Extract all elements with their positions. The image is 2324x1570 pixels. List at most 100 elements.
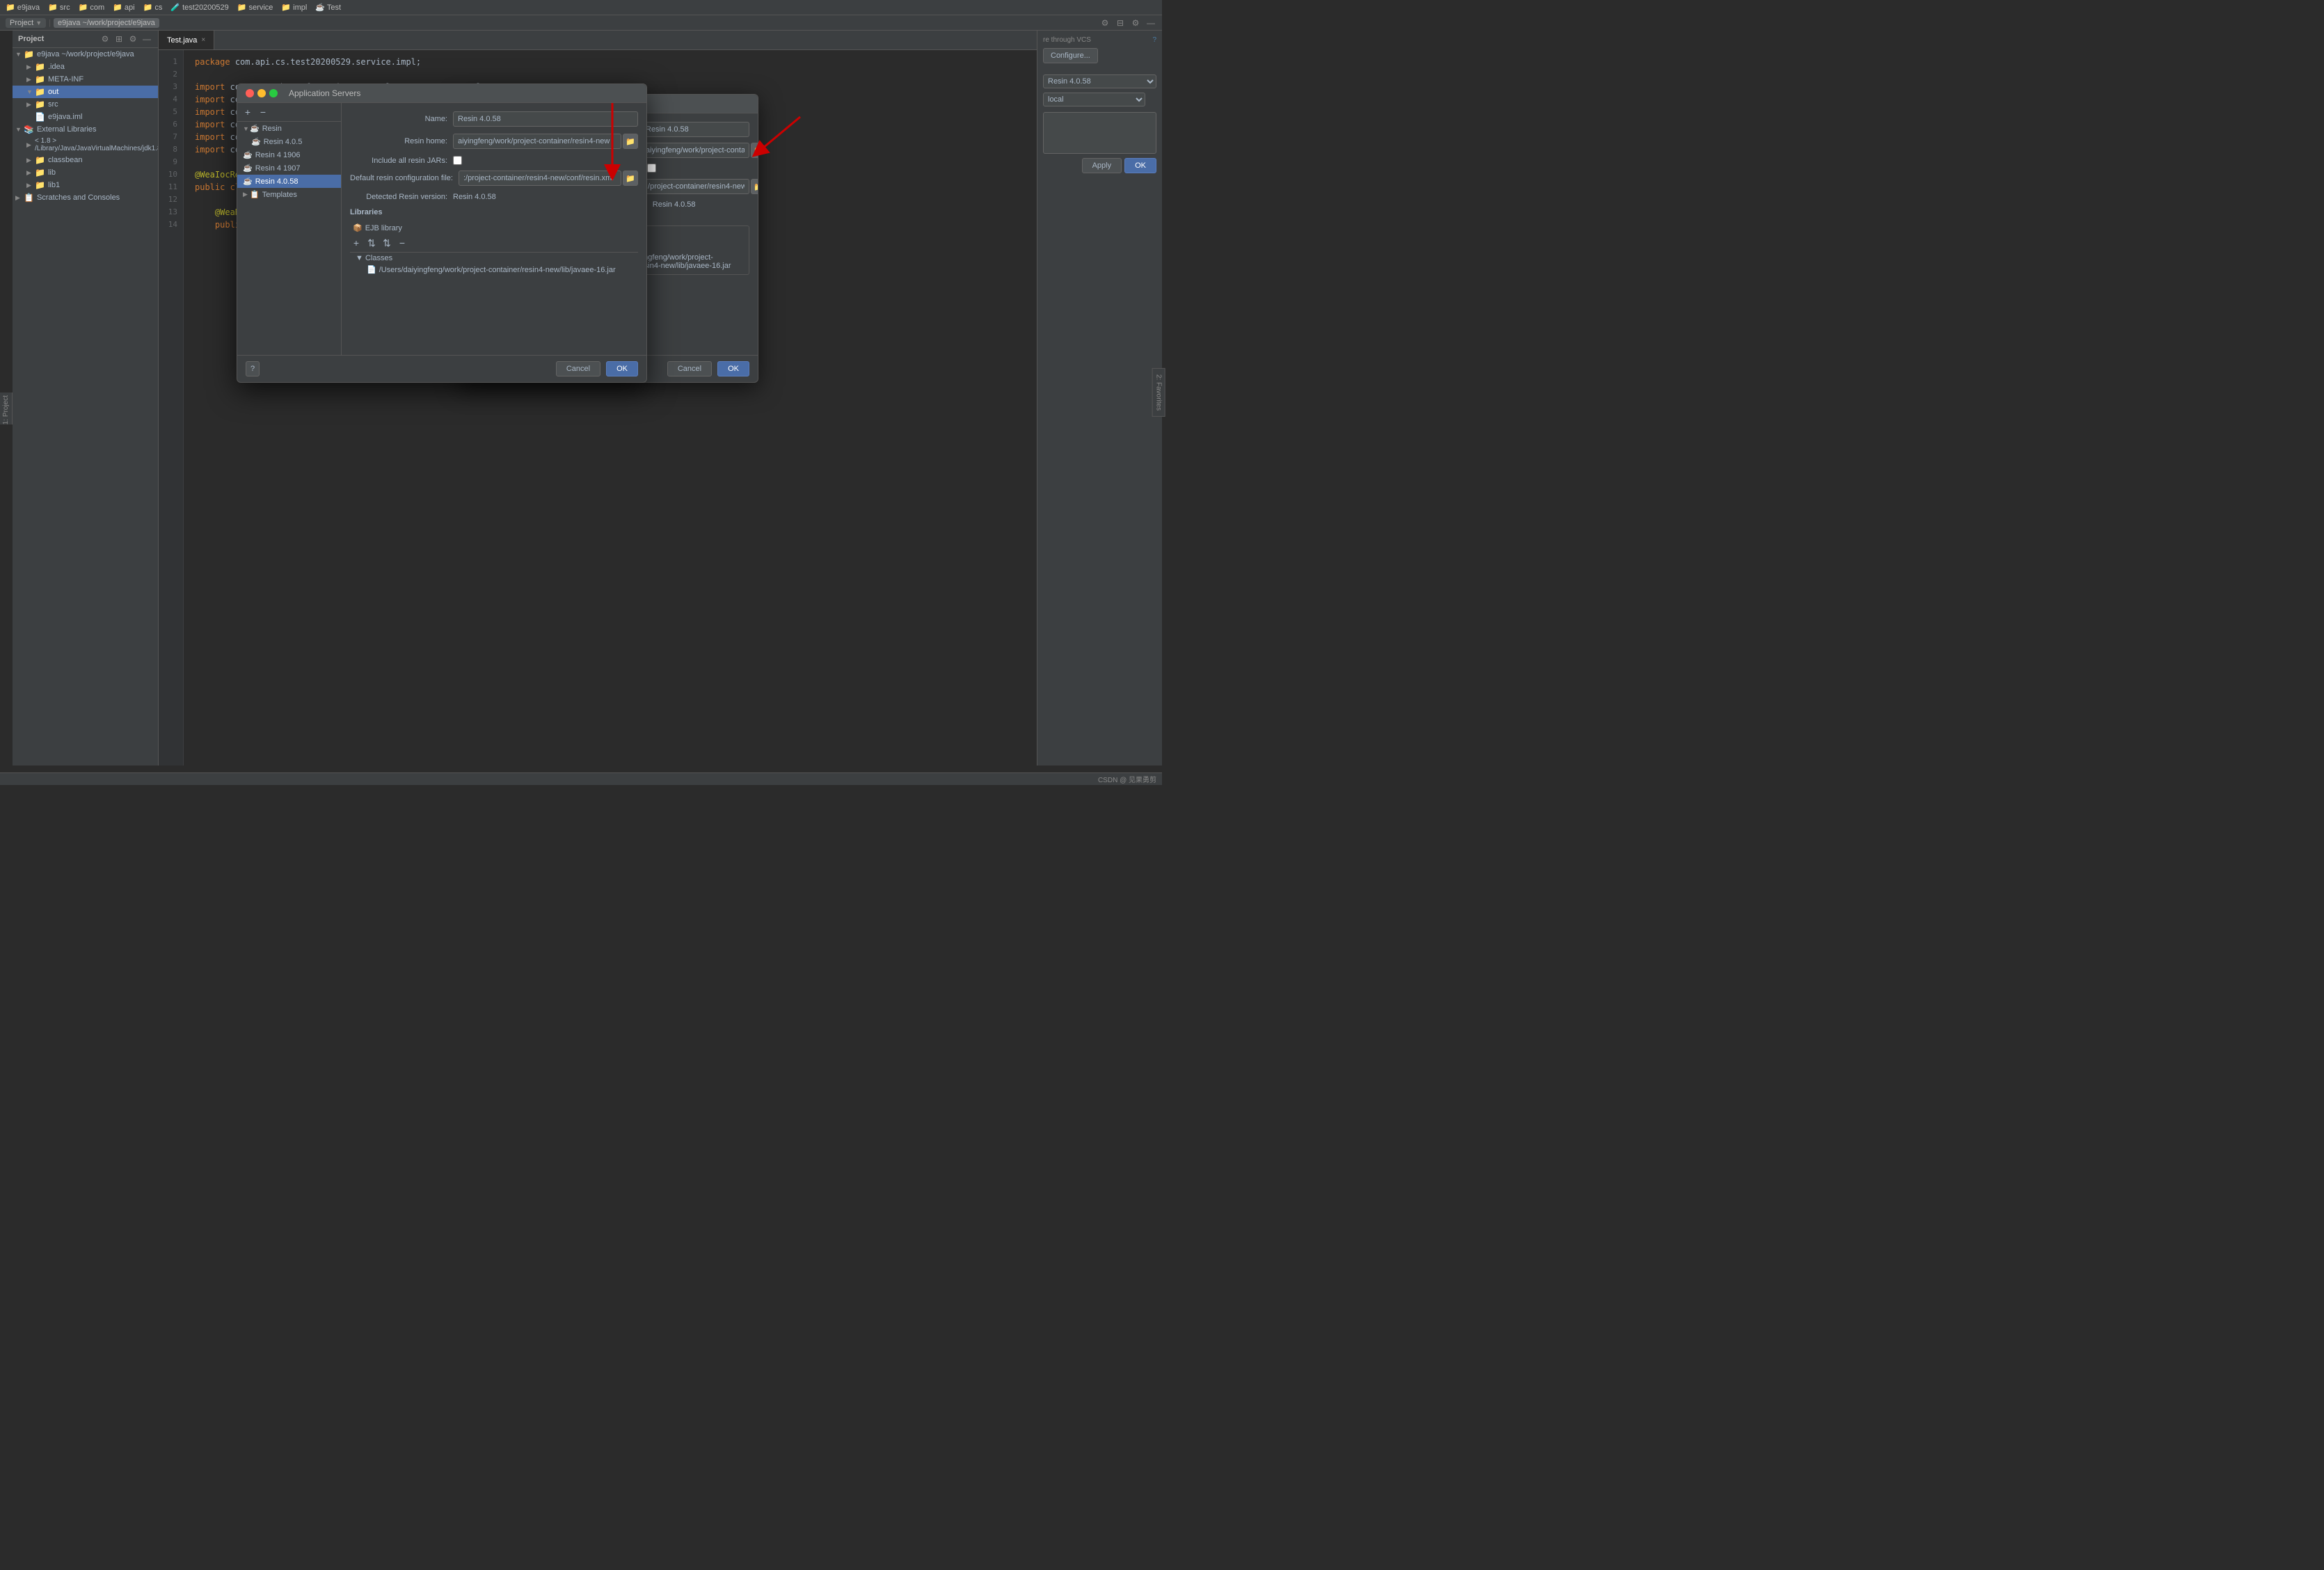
resin-ok-btn[interactable]: OK bbox=[606, 361, 638, 376]
tree-arrow-jdk: ▶ bbox=[26, 141, 35, 149]
resin-add-btn[interactable]: + bbox=[241, 106, 254, 118]
code-line-2 bbox=[195, 68, 1026, 81]
ejb-sort-btn[interactable]: ⇅ bbox=[381, 237, 393, 249]
tree-item-iml[interactable]: 📄 e9java.iml bbox=[13, 111, 158, 123]
tree-item-ext-libs[interactable]: ▼ 📚 External Libraries bbox=[13, 123, 158, 136]
tree-label-lib: lib bbox=[48, 168, 56, 177]
templates-icon: 📋 bbox=[250, 190, 260, 199]
menu-src[interactable]: 📁 src bbox=[48, 3, 70, 12]
resin-tree-1907[interactable]: ☕ Resin 4 1907 bbox=[237, 161, 341, 175]
tree-item-scratches[interactable]: ▶ 📋 Scratches and Consoles bbox=[13, 191, 158, 204]
resin-home-input2[interactable] bbox=[453, 134, 621, 149]
ejb-add-btn[interactable]: + bbox=[350, 237, 363, 249]
config-file-input-group: 📁 bbox=[641, 179, 758, 194]
tree-item-jdk[interactable]: ▶ < 1.8 > /Library/Java/JavaVirtualMachi… bbox=[13, 136, 158, 154]
resin-help-btn[interactable]: ? bbox=[246, 361, 260, 376]
resin-tree-root[interactable]: ▼ ☕ Resin bbox=[237, 122, 341, 135]
resin-name-input[interactable] bbox=[453, 111, 638, 127]
config-type-select[interactable]: local bbox=[1043, 93, 1145, 106]
tree-item-lib[interactable]: ▶ 📁 lib bbox=[13, 166, 158, 179]
breadcrumb-bar: Project ▼ | e9java ~/work/project/e9java… bbox=[0, 15, 1162, 31]
tree-item-src[interactable]: ▶ 📁 src bbox=[13, 98, 158, 111]
resin-jar-item[interactable]: 📄 /Users/daiyingfeng/work/project-contai… bbox=[350, 264, 638, 276]
tree-item-classbean[interactable]: ▶ 📁 classbean bbox=[13, 154, 158, 166]
tree-item-lib1[interactable]: ▶ 📁 lib1 bbox=[13, 179, 158, 191]
tree-item-idea[interactable]: ▶ 📁 .idea bbox=[13, 61, 158, 73]
resin-remove-btn[interactable]: − bbox=[257, 106, 269, 118]
status-bar: CSDN @ 见果勇剪 bbox=[0, 772, 1162, 785]
line-num-13: 13 bbox=[159, 206, 183, 219]
settings-icon[interactable]: ⚙ bbox=[1099, 17, 1111, 29]
resin-minimize-btn[interactable] bbox=[257, 89, 266, 97]
name-input[interactable] bbox=[641, 122, 749, 137]
resin-dialog-body: + − ▼ ☕ Resin ☕ Resin 4.0.5 ☕ Resin 4 19… bbox=[237, 103, 646, 355]
resin-config-file-group: 📁 bbox=[459, 171, 638, 186]
run-config-select[interactable]: Resin 4.0.58 bbox=[1043, 74, 1156, 88]
tab-close-icon[interactable]: × bbox=[201, 36, 205, 44]
sidebar-settings-icon[interactable]: ⚙ bbox=[100, 33, 111, 45]
folder-lib1-icon: 📁 bbox=[35, 180, 45, 190]
sidebar-split-icon[interactable]: ⊞ bbox=[113, 33, 125, 45]
resin-cancel-btn[interactable]: Cancel bbox=[556, 361, 600, 376]
breadcrumb-project[interactable]: Project ▼ bbox=[6, 18, 46, 28]
menu-test-file[interactable]: ☕ Test bbox=[315, 3, 341, 12]
favorites-tab[interactable]: 2: Favorites bbox=[1152, 368, 1165, 417]
split-icon[interactable]: ⊟ bbox=[1115, 17, 1126, 29]
vcs-help-icon[interactable]: ? bbox=[1152, 36, 1156, 44]
templates-label: Templates bbox=[262, 191, 297, 199]
breadcrumb-path[interactable]: e9java ~/work/project/e9java bbox=[54, 18, 159, 28]
resin-dialog-footer: ? Cancel OK bbox=[237, 355, 646, 382]
tree-label-iml: e9java.iml bbox=[48, 113, 83, 121]
resin-window-controls bbox=[246, 89, 278, 97]
run-apply-button[interactable]: Apply bbox=[1082, 158, 1122, 173]
app-servers-cancel-btn[interactable]: Cancel bbox=[667, 361, 712, 376]
resin-4058-label2: Resin 4.0.58 bbox=[255, 177, 299, 186]
menu-impl[interactable]: 📁 impl bbox=[281, 3, 307, 12]
tab-test-java[interactable]: Test.java × bbox=[159, 31, 214, 49]
menu-com[interactable]: 📁 com bbox=[79, 3, 105, 12]
menu-test20200529[interactable]: 🧪 test20200529 bbox=[170, 3, 228, 12]
project-sidebar: Project ⚙ ⊞ ⚙ — ▼ 📁 e9java ~/work/projec… bbox=[13, 31, 159, 766]
configure-button[interactable]: Configure... bbox=[1043, 48, 1098, 63]
config-file-input[interactable] bbox=[641, 179, 749, 194]
sidebar-gear-icon[interactable]: ⚙ bbox=[127, 33, 138, 45]
app-servers-ok-btn[interactable]: OK bbox=[717, 361, 749, 376]
project-side-tab[interactable]: 1: Project bbox=[0, 392, 13, 425]
menu-api[interactable]: 📁 api bbox=[113, 3, 134, 12]
resin-home-input[interactable] bbox=[641, 143, 749, 158]
sidebar-close-icon[interactable]: — bbox=[141, 33, 152, 45]
resin-left-panel: + − ▼ ☕ Resin ☕ Resin 4.0.5 ☕ Resin 4 19… bbox=[237, 103, 342, 355]
resin-close-btn[interactable] bbox=[246, 89, 254, 97]
resin-config-folder-btn[interactable]: 📁 bbox=[623, 171, 638, 186]
resin-ejb-icon: 📦 bbox=[353, 223, 363, 232]
resin-config-file-input[interactable] bbox=[459, 171, 621, 186]
templates-arrow: ▶ bbox=[243, 191, 250, 198]
line-num-12: 12 bbox=[159, 193, 183, 206]
tree-item-meta-inf[interactable]: ▶ 📁 META-INF bbox=[13, 73, 158, 86]
menu-cs[interactable]: 📁 cs bbox=[143, 3, 163, 12]
tree-item-e9java[interactable]: ▼ 📁 e9java ~/work/project/e9java bbox=[13, 48, 158, 61]
menu-e9java[interactable]: 📁 e9java bbox=[6, 3, 40, 12]
gear-icon[interactable]: ⚙ bbox=[1130, 17, 1141, 29]
close-icon[interactable]: — bbox=[1145, 17, 1156, 29]
ejb-minus-btn[interactable]: − bbox=[396, 237, 408, 249]
resin-maximize-btn[interactable] bbox=[269, 89, 278, 97]
ejb-remove-btn[interactable]: ⇅ bbox=[365, 237, 378, 249]
resin-left-toolbar: + − bbox=[237, 103, 341, 122]
resin-dialog-title: Application Servers bbox=[289, 88, 360, 98]
include-jars-checkbox[interactable] bbox=[647, 164, 656, 173]
resin-home-folder-btn2[interactable]: 📁 bbox=[623, 134, 638, 149]
menu-service[interactable]: 📁 service bbox=[237, 3, 273, 12]
resin-home-folder-btn[interactable]: 📁 bbox=[751, 143, 758, 158]
run-ok-button[interactable]: OK bbox=[1124, 158, 1156, 173]
resin-tree-templates[interactable]: ▶ 📋 Templates bbox=[237, 188, 341, 201]
resin-include-jars-checkbox[interactable] bbox=[453, 156, 462, 165]
line-num-8: 8 bbox=[159, 143, 183, 156]
tab-test-java-label: Test.java bbox=[167, 36, 197, 45]
resin-tree-1906[interactable]: ☕ Resin 4 1906 bbox=[237, 148, 341, 161]
tree-item-out[interactable]: ▼ 📁 out bbox=[13, 86, 158, 98]
resin-tree-4058[interactable]: ☕ Resin 4.0.58 bbox=[237, 175, 341, 188]
config-file-folder-btn[interactable]: 📁 bbox=[751, 179, 758, 194]
tree-label-idea: .idea bbox=[48, 63, 65, 71]
resin-tree-405[interactable]: ☕ Resin 4.0.5 bbox=[237, 135, 341, 148]
